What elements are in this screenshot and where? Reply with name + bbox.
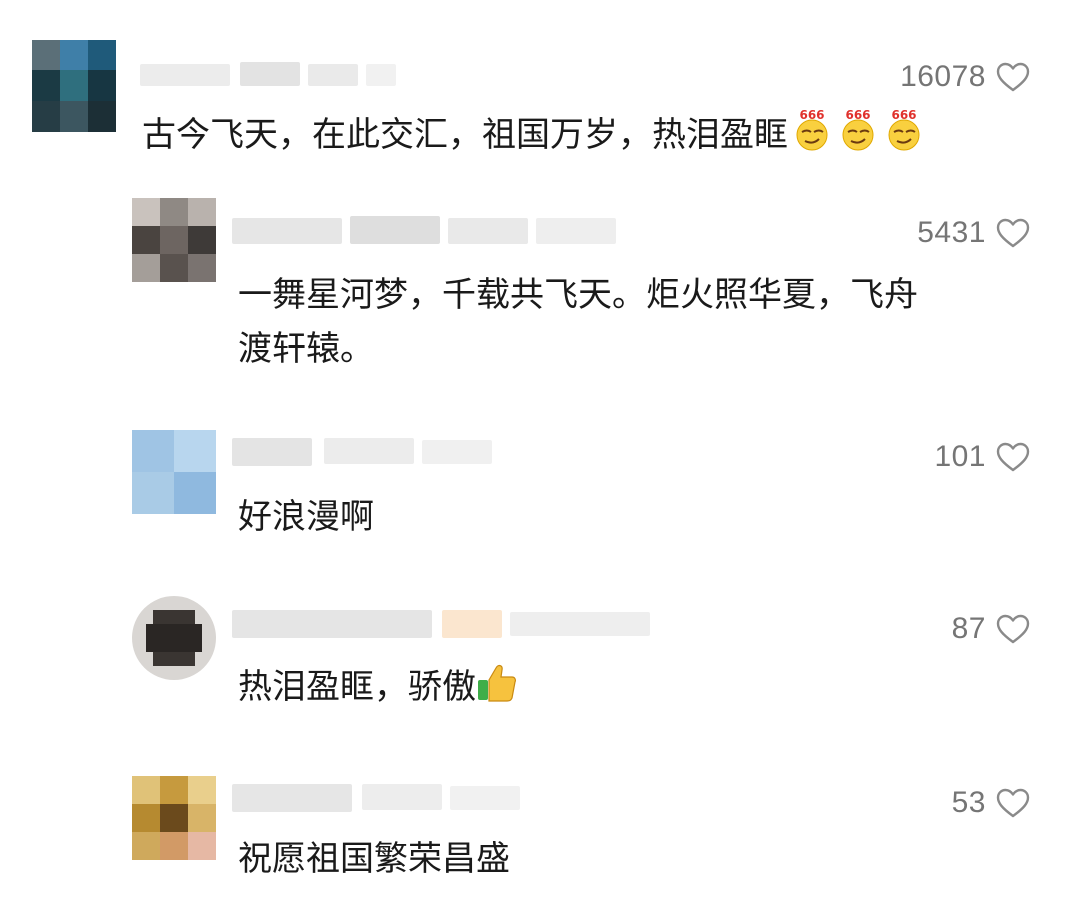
comment-text-content: 古今飞天，在此交汇，祖国万岁，热泪盈眶 [142, 115, 788, 155]
smirk-666-sticker-icon: 666 [888, 108, 920, 151]
comment-text: 一舞星河梦，千载共飞天。炬火照华夏，飞舟 渡轩辕。 [238, 268, 1038, 376]
like-count: 5431 [917, 216, 986, 249]
avatar[interactable] [132, 776, 216, 860]
comment-text-line: 渡轩辕。 [238, 329, 374, 369]
comment-text-content: 热泪盈眶，骄傲 [238, 667, 476, 707]
like-button[interactable]: 16078 [900, 60, 1030, 94]
avatar[interactable] [132, 430, 216, 514]
smirk-666-sticker-icon: 666 [842, 108, 874, 151]
comment-text: 祝愿祖国繁荣昌盛 [238, 832, 510, 886]
username-blurred[interactable] [232, 214, 632, 254]
like-button[interactable]: 5431 [917, 216, 1030, 250]
like-count: 16078 [900, 60, 986, 93]
smirk-666-sticker-icon: 666 [796, 108, 828, 151]
sticker-label: 666 [891, 108, 916, 122]
comment-text-content: 祝愿祖国繁荣昌盛 [238, 839, 510, 879]
comment-text: 古今飞天，在此交汇，祖国万岁，热泪盈眶 666 666 666 [142, 108, 926, 162]
username-blurred[interactable] [232, 434, 502, 474]
thumbs-up-icon [478, 664, 516, 702]
sticker-label: 666 [845, 108, 870, 122]
heart-icon [996, 788, 1030, 818]
like-count: 87 [951, 612, 986, 645]
heart-icon [996, 218, 1030, 248]
avatar[interactable] [132, 198, 216, 282]
like-count: 53 [951, 786, 986, 819]
sticker-label: 666 [799, 108, 824, 122]
like-button[interactable]: 101 [934, 440, 1030, 474]
like-button[interactable]: 53 [952, 786, 1030, 820]
avatar[interactable] [132, 596, 216, 680]
username-blurred[interactable] [140, 60, 400, 100]
heart-icon [996, 614, 1030, 644]
username-blurred[interactable] [232, 780, 532, 820]
avatar[interactable] [32, 40, 116, 132]
like-count: 101 [934, 440, 986, 473]
username-blurred[interactable] [232, 606, 662, 646]
comment-text: 热泪盈眶，骄傲 [238, 660, 518, 714]
comment-text-line: 一舞星河梦，千载共飞天。炬火照华夏，飞舟 [238, 275, 918, 315]
like-button[interactable]: 87 [952, 612, 1030, 646]
comment-text-content: 好浪漫啊 [238, 497, 374, 537]
heart-icon [996, 442, 1030, 472]
comment-text: 好浪漫啊 [238, 490, 374, 544]
heart-icon [996, 62, 1030, 92]
